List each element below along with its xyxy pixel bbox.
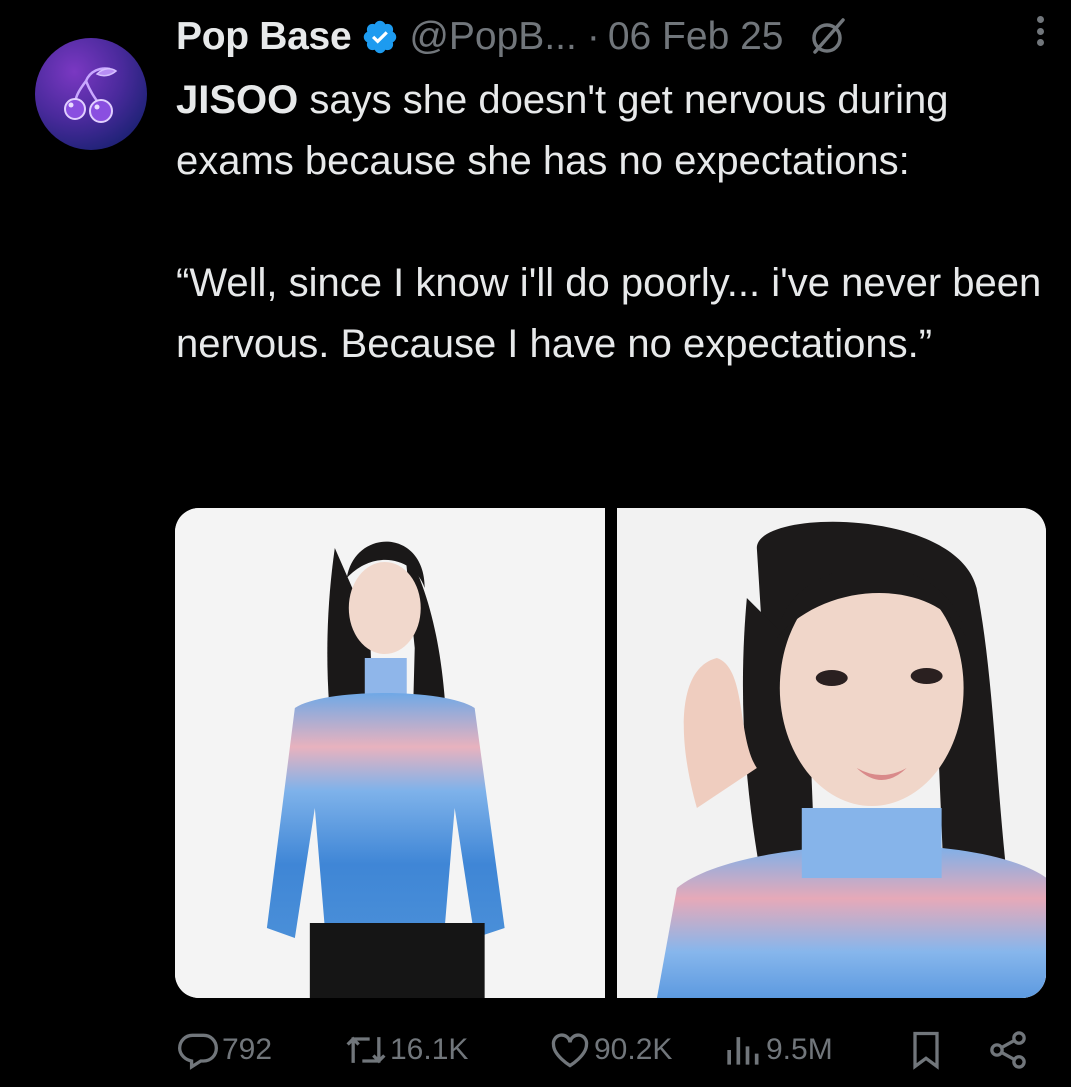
handle[interactable]: @PopB... <box>409 15 577 59</box>
repost-count: 16.1K <box>390 1033 469 1066</box>
verified-badge-icon[interactable] <box>361 18 399 56</box>
media-grid <box>175 508 1046 998</box>
bookmark-icon <box>913 1031 939 1070</box>
action-bar: 792 16.1K 90.2K 9.5M <box>176 1022 1046 1078</box>
separator: · <box>586 15 600 58</box>
views-count: 9.5M <box>766 1033 833 1066</box>
grok-icon[interactable] <box>805 14 851 60</box>
views-icon <box>727 1037 759 1065</box>
tweet-quote: “Well, since I know i'll do poorly... i'… <box>176 261 1042 366</box>
reply-icon <box>178 1033 218 1070</box>
repost-button[interactable]: 16.1K <box>344 1028 468 1072</box>
more-options-icon[interactable] <box>1025 8 1055 54</box>
share-icon <box>990 1031 1026 1069</box>
repost-icon <box>346 1036 386 1064</box>
views-button[interactable]: 9.5M <box>720 1028 833 1072</box>
like-icon <box>551 1033 589 1068</box>
tweet-header: Pop Base @PopB... · 06 Feb 25 <box>176 10 1056 64</box>
photo-1[interactable] <box>175 508 605 998</box>
like-count: 90.2K <box>594 1033 673 1066</box>
reply-button[interactable]: 792 <box>176 1028 272 1072</box>
reply-count: 792 <box>222 1033 273 1066</box>
tweet-date[interactable]: 06 Feb 25 <box>608 15 784 59</box>
tweet-text: JISOO says she doesn't get nervous durin… <box>176 70 1046 375</box>
mention-bold: JISOO <box>176 78 299 122</box>
display-name[interactable]: Pop Base <box>176 15 352 59</box>
bookmark-button[interactable] <box>904 1028 948 1072</box>
avatar[interactable] <box>35 38 147 150</box>
cherry-icon <box>64 67 118 123</box>
like-button[interactable]: 90.2K <box>548 1028 672 1072</box>
share-button[interactable] <box>986 1028 1030 1072</box>
photo-2[interactable] <box>616 508 1046 998</box>
